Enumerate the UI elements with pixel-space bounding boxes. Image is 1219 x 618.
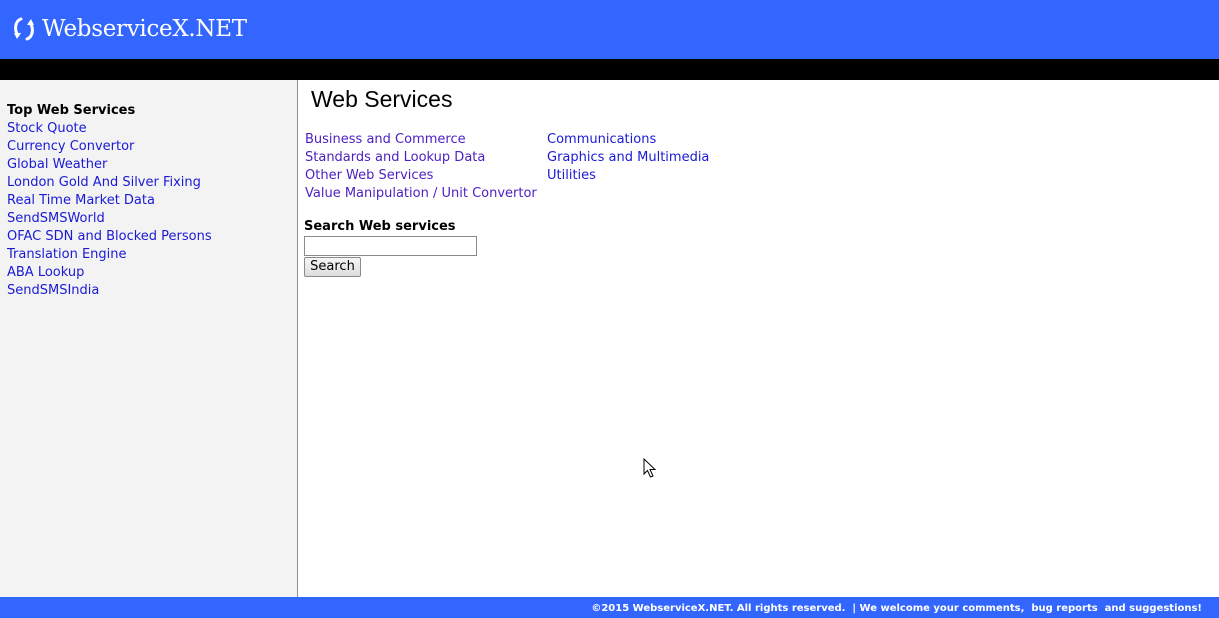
category-list-right: Communications Graphics and Multimedia U… (547, 131, 709, 185)
category-link-value-manipulation[interactable]: Value Manipulation / Unit Convertor (305, 185, 537, 203)
site-footer: ©2015 WebserviceX.NET. All rights reserv… (0, 597, 1219, 618)
mouse-cursor-icon (643, 458, 657, 478)
refresh-arrows-icon (14, 17, 34, 41)
search-button[interactable]: Search (304, 257, 361, 277)
page-title: Web Services (311, 86, 453, 112)
category-link-utilities[interactable]: Utilities (547, 167, 709, 185)
sidebar-link-aba-lookup[interactable]: ABA Lookup (7, 264, 212, 282)
footer-copyright: ©2015 WebserviceX.NET. All rights reserv… (591, 603, 1202, 614)
sidebar: Top Web Services Stock Quote Currency Co… (0, 80, 298, 597)
sidebar-link-sendsmsindia[interactable]: SendSMSIndia (7, 282, 212, 300)
sidebar-link-real-time-market-data[interactable]: Real Time Market Data (7, 192, 212, 210)
sidebar-link-sendsmsworld[interactable]: SendSMSWorld (7, 210, 212, 228)
sidebar-link-global-weather[interactable]: Global Weather (7, 156, 212, 174)
site-logo[interactable]: WebserviceX.NET (12, 12, 247, 46)
search-label: Search Web services (304, 219, 456, 234)
sidebar-link-translation-engine[interactable]: Translation Engine (7, 246, 212, 264)
category-link-graphics-multimedia[interactable]: Graphics and Multimedia (547, 149, 709, 167)
top-services-list: Stock Quote Currency Convertor Global We… (7, 120, 212, 300)
nav-bar (0, 59, 1219, 80)
site-header: WebserviceX.NET (0, 0, 1219, 59)
site-brand-name: WebserviceX.NET (42, 16, 247, 42)
category-link-business-commerce[interactable]: Business and Commerce (305, 131, 537, 149)
sidebar-link-stock-quote[interactable]: Stock Quote (7, 120, 212, 138)
category-link-other-web-services[interactable]: Other Web Services (305, 167, 537, 185)
category-link-standards-lookup[interactable]: Standards and Lookup Data (305, 149, 537, 167)
category-list-left: Business and Commerce Standards and Look… (305, 131, 537, 203)
sidebar-link-london-gold-silver[interactable]: London Gold And Silver Fixing (7, 174, 212, 192)
sidebar-title: Top Web Services (7, 103, 136, 118)
sidebar-link-currency-convertor[interactable]: Currency Convertor (7, 138, 212, 156)
sidebar-link-ofac-sdn[interactable]: OFAC SDN and Blocked Persons (7, 228, 212, 246)
search-input[interactable] (304, 236, 477, 256)
category-link-communications[interactable]: Communications (547, 131, 709, 149)
